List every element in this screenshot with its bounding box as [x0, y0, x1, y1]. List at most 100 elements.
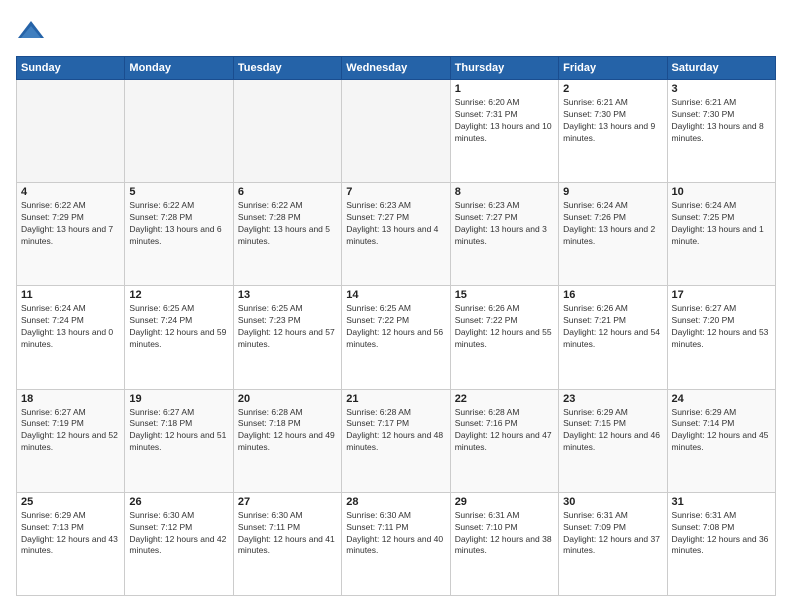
day-info: Sunrise: 6:21 AMSunset: 7:30 PMDaylight:…	[672, 97, 771, 145]
day-number: 15	[455, 289, 554, 301]
day-info: Sunrise: 6:27 AMSunset: 7:20 PMDaylight:…	[672, 303, 771, 351]
calendar-cell: 3 Sunrise: 6:21 AMSunset: 7:30 PMDaylight…	[667, 80, 775, 183]
day-number: 13	[238, 289, 337, 301]
calendar-cell: 2 Sunrise: 6:21 AMSunset: 7:30 PMDaylight…	[559, 80, 667, 183]
day-info: Sunrise: 6:29 AMSunset: 7:15 PMDaylight:…	[563, 407, 662, 455]
calendar-cell: 19 Sunrise: 6:27 AMSunset: 7:18 PMDayligh…	[125, 389, 233, 492]
calendar-cell: 5 Sunrise: 6:22 AMSunset: 7:28 PMDaylight…	[125, 183, 233, 286]
day-number: 4	[21, 186, 120, 198]
day-info: Sunrise: 6:24 AMSunset: 7:24 PMDaylight:…	[21, 303, 120, 351]
day-info: Sunrise: 6:31 AMSunset: 7:10 PMDaylight:…	[455, 510, 554, 558]
calendar-cell	[125, 80, 233, 183]
calendar-cell: 29Sunrise: 6:31 AMSunset: 7:10 PMDayligh…	[450, 492, 558, 595]
day-number: 30	[563, 496, 662, 508]
day-info: Sunrise: 6:22 AMSunset: 7:28 PMDaylight:…	[129, 200, 228, 248]
page: SundayMondayTuesdayWednesdayThursdayFrid…	[0, 0, 792, 612]
calendar-cell: 18Sunrise: 6:27 AMSunset: 7:19 PMDayligh…	[17, 389, 125, 492]
day-info: Sunrise: 6:22 AMSunset: 7:28 PMDaylight:…	[238, 200, 337, 248]
calendar-cell: 25 Sunrise: 6:29 AMSunset: 7:13 PMDayligh…	[17, 492, 125, 595]
day-number: 7	[346, 186, 445, 198]
calendar-cell	[342, 80, 450, 183]
day-number: 25	[21, 496, 120, 508]
day-number: 19	[129, 393, 228, 405]
calendar-cell: 13 Sunrise: 6:25 AMSunset: 7:23 PMDayligh…	[233, 286, 341, 389]
calendar-cell	[233, 80, 341, 183]
calendar-table: SundayMondayTuesdayWednesdayThursdayFrid…	[16, 56, 776, 596]
day-number: 24	[672, 393, 771, 405]
day-info: Sunrise: 6:26 AMSunset: 7:22 PMDaylight:…	[455, 303, 554, 351]
day-info: Sunrise: 6:22 AMSunset: 7:29 PMDaylight:…	[21, 200, 120, 248]
day-info: Sunrise: 6:30 AMSunset: 7:12 PMDaylight:…	[129, 510, 228, 558]
logo	[16, 16, 50, 46]
day-number: 28	[346, 496, 445, 508]
day-number: 11	[21, 289, 120, 301]
day-number: 31	[672, 496, 771, 508]
day-info: Sunrise: 6:24 AMSunset: 7:25 PMDaylight:…	[672, 200, 771, 248]
day-info: Sunrise: 6:30 AMSunset: 7:11 PMDaylight:…	[238, 510, 337, 558]
day-number: 3	[672, 83, 771, 95]
day-info: Sunrise: 6:28 AMSunset: 7:16 PMDaylight:…	[455, 407, 554, 455]
calendar-cell: 30 Sunrise: 6:31 AMSunset: 7:09 PMDayligh…	[559, 492, 667, 595]
day-number: 5	[129, 186, 228, 198]
day-info: Sunrise: 6:27 AMSunset: 7:19 PMDaylight:…	[21, 407, 120, 455]
calendar-cell: 31Sunrise: 6:31 AMSunset: 7:08 PMDayligh…	[667, 492, 775, 595]
calendar-cell: 12Sunrise: 6:25 AMSunset: 7:24 PMDayligh…	[125, 286, 233, 389]
header	[16, 16, 776, 46]
logo-icon	[16, 16, 46, 46]
day-info: Sunrise: 6:30 AMSunset: 7:11 PMDaylight:…	[346, 510, 445, 558]
calendar-cell: 4 Sunrise: 6:22 AMSunset: 7:29 PMDaylight…	[17, 183, 125, 286]
day-info: Sunrise: 6:21 AMSunset: 7:30 PMDaylight:…	[563, 97, 662, 145]
day-info: Sunrise: 6:23 AMSunset: 7:27 PMDaylight:…	[346, 200, 445, 248]
day-number: 14	[346, 289, 445, 301]
calendar-cell: 23 Sunrise: 6:29 AMSunset: 7:15 PMDayligh…	[559, 389, 667, 492]
day-info: Sunrise: 6:27 AMSunset: 7:18 PMDaylight:…	[129, 407, 228, 455]
weekday-friday: Friday	[559, 57, 667, 80]
day-info: Sunrise: 6:29 AMSunset: 7:14 PMDaylight:…	[672, 407, 771, 455]
day-number: 6	[238, 186, 337, 198]
weekday-saturday: Saturday	[667, 57, 775, 80]
week-row-5: 25 Sunrise: 6:29 AMSunset: 7:13 PMDayligh…	[17, 492, 776, 595]
calendar-cell: 27 Sunrise: 6:30 AMSunset: 7:11 PMDayligh…	[233, 492, 341, 595]
day-number: 16	[563, 289, 662, 301]
calendar-cell: 16 Sunrise: 6:26 AMSunset: 7:21 PMDayligh…	[559, 286, 667, 389]
week-row-3: 11 Sunrise: 6:24 AMSunset: 7:24 PMDayligh…	[17, 286, 776, 389]
day-info: Sunrise: 6:29 AMSunset: 7:13 PMDaylight:…	[21, 510, 120, 558]
calendar-cell: 15 Sunrise: 6:26 AMSunset: 7:22 PMDayligh…	[450, 286, 558, 389]
calendar-cell: 24 Sunrise: 6:29 AMSunset: 7:14 PMDayligh…	[667, 389, 775, 492]
day-info: Sunrise: 6:20 AMSunset: 7:31 PMDaylight:…	[455, 97, 554, 145]
calendar-cell: 11 Sunrise: 6:24 AMSunset: 7:24 PMDayligh…	[17, 286, 125, 389]
weekday-thursday: Thursday	[450, 57, 558, 80]
calendar-cell	[17, 80, 125, 183]
weekday-header-row: SundayMondayTuesdayWednesdayThursdayFrid…	[17, 57, 776, 80]
calendar-cell: 6 Sunrise: 6:22 AMSunset: 7:28 PMDaylight…	[233, 183, 341, 286]
day-info: Sunrise: 6:28 AMSunset: 7:17 PMDaylight:…	[346, 407, 445, 455]
day-number: 23	[563, 393, 662, 405]
calendar-cell: 7 Sunrise: 6:23 AMSunset: 7:27 PMDaylight…	[342, 183, 450, 286]
day-info: Sunrise: 6:24 AMSunset: 7:26 PMDaylight:…	[563, 200, 662, 248]
day-number: 9	[563, 186, 662, 198]
calendar-cell: 8Sunrise: 6:23 AMSunset: 7:27 PMDaylight…	[450, 183, 558, 286]
weekday-sunday: Sunday	[17, 57, 125, 80]
calendar-cell: 1Sunrise: 6:20 AMSunset: 7:31 PMDaylight…	[450, 80, 558, 183]
weekday-monday: Monday	[125, 57, 233, 80]
day-number: 10	[672, 186, 771, 198]
calendar-cell: 14Sunrise: 6:25 AMSunset: 7:22 PMDayligh…	[342, 286, 450, 389]
day-number: 2	[563, 83, 662, 95]
day-number: 27	[238, 496, 337, 508]
calendar-cell: 10 Sunrise: 6:24 AMSunset: 7:25 PMDayligh…	[667, 183, 775, 286]
day-info: Sunrise: 6:31 AMSunset: 7:09 PMDaylight:…	[563, 510, 662, 558]
week-row-1: 1Sunrise: 6:20 AMSunset: 7:31 PMDaylight…	[17, 80, 776, 183]
weekday-tuesday: Tuesday	[233, 57, 341, 80]
day-number: 20	[238, 393, 337, 405]
day-info: Sunrise: 6:25 AMSunset: 7:23 PMDaylight:…	[238, 303, 337, 351]
week-row-2: 4 Sunrise: 6:22 AMSunset: 7:29 PMDaylight…	[17, 183, 776, 286]
calendar-cell: 17Sunrise: 6:27 AMSunset: 7:20 PMDayligh…	[667, 286, 775, 389]
calendar-cell: 21Sunrise: 6:28 AMSunset: 7:17 PMDayligh…	[342, 389, 450, 492]
calendar-cell: 9 Sunrise: 6:24 AMSunset: 7:26 PMDaylight…	[559, 183, 667, 286]
day-number: 26	[129, 496, 228, 508]
calendar-cell: 26 Sunrise: 6:30 AMSunset: 7:12 PMDayligh…	[125, 492, 233, 595]
day-info: Sunrise: 6:25 AMSunset: 7:24 PMDaylight:…	[129, 303, 228, 351]
day-info: Sunrise: 6:26 AMSunset: 7:21 PMDaylight:…	[563, 303, 662, 351]
day-info: Sunrise: 6:28 AMSunset: 7:18 PMDaylight:…	[238, 407, 337, 455]
week-row-4: 18Sunrise: 6:27 AMSunset: 7:19 PMDayligh…	[17, 389, 776, 492]
